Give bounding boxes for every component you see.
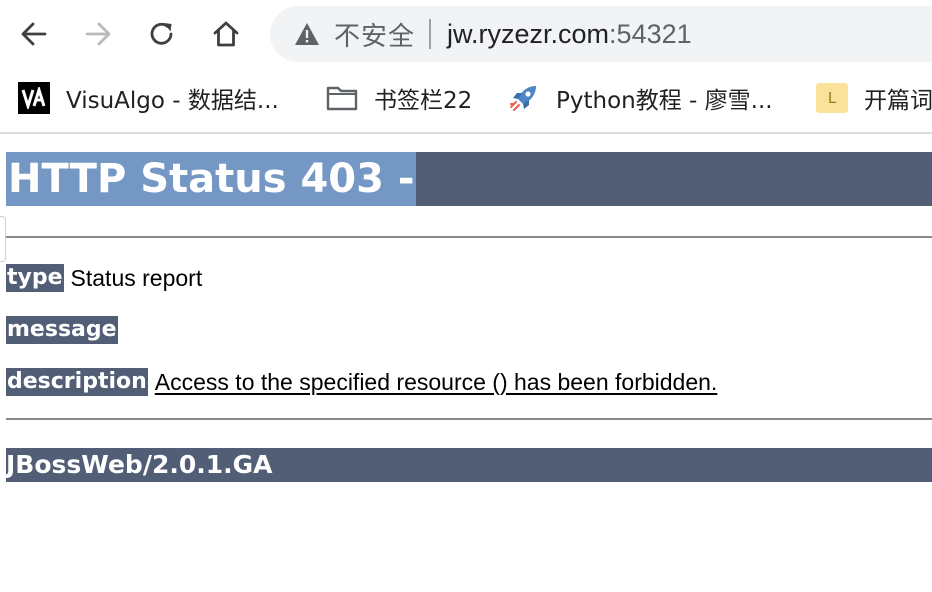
bookmark-label: Python教程 - 廖雪... bbox=[556, 88, 773, 114]
warning-icon[interactable] bbox=[294, 21, 320, 47]
bookmark-label: 开篇词 bbox=[864, 88, 932, 114]
page-content: HTTP Status 403 - type Status report mes… bbox=[0, 136, 932, 592]
divider bbox=[6, 236, 932, 238]
back-button[interactable] bbox=[14, 14, 54, 54]
forward-button[interactable] bbox=[78, 14, 118, 54]
folder-icon bbox=[326, 86, 358, 111]
description-label: description bbox=[6, 368, 148, 396]
side-panel-handle[interactable] bbox=[0, 216, 6, 262]
message-row: message bbox=[6, 316, 125, 344]
url-port: :54321 bbox=[609, 18, 692, 49]
type-row: type Status report bbox=[6, 264, 202, 292]
home-button[interactable] bbox=[206, 14, 246, 54]
bookmark-label: 书签栏22 bbox=[374, 88, 473, 114]
description-value: Access to the specified resource () has … bbox=[154, 368, 718, 395]
url-host: jw.ryzezr.com bbox=[447, 18, 610, 49]
description-row: description Access to the specified reso… bbox=[6, 368, 717, 396]
divider bbox=[6, 418, 932, 420]
address-bar[interactable]: 不安全 jw.ryzezr.com:54321 bbox=[270, 6, 932, 62]
bookmarks-bar: VisuAlgo - 数据结... 书签栏22 Python教程 - 廖雪...… bbox=[0, 68, 932, 134]
rocket-icon bbox=[510, 86, 536, 111]
reload-button[interactable] bbox=[142, 14, 182, 54]
type-value: Status report bbox=[70, 264, 203, 291]
letter-l-favicon: L bbox=[816, 83, 848, 113]
type-label: type bbox=[6, 264, 64, 292]
bookmark-folder[interactable]: 书签栏22 bbox=[326, 82, 472, 114]
bookmark-visualgo[interactable]: VisuAlgo - 数据结... bbox=[18, 82, 279, 114]
page-title: HTTP Status 403 - bbox=[6, 152, 417, 206]
server-footer-bar: JBossWeb/2.0.1.GA bbox=[6, 448, 932, 482]
omnibox-divider bbox=[429, 19, 432, 49]
security-status-label[interactable]: 不安全 bbox=[334, 16, 415, 53]
bookmark-label: VisuAlgo - 数据结... bbox=[66, 88, 279, 114]
bookmark-kaipianci[interactable]: L 开篇词 bbox=[816, 82, 932, 114]
server-version: JBossWeb/2.0.1.GA bbox=[6, 450, 273, 479]
bookmark-python[interactable]: Python教程 - 廖雪... bbox=[508, 82, 773, 114]
message-label: message bbox=[6, 316, 118, 344]
arrow-right-icon bbox=[85, 22, 111, 46]
visualgo-favicon bbox=[18, 82, 50, 114]
home-icon bbox=[213, 21, 239, 47]
arrow-left-icon bbox=[21, 22, 47, 46]
error-title-bar: HTTP Status 403 - bbox=[6, 152, 932, 206]
url-text[interactable]: jw.ryzezr.com:54321 bbox=[447, 19, 692, 50]
browser-toolbar: 不安全 jw.ryzezr.com:54321 bbox=[0, 0, 932, 68]
reload-icon bbox=[150, 22, 173, 45]
